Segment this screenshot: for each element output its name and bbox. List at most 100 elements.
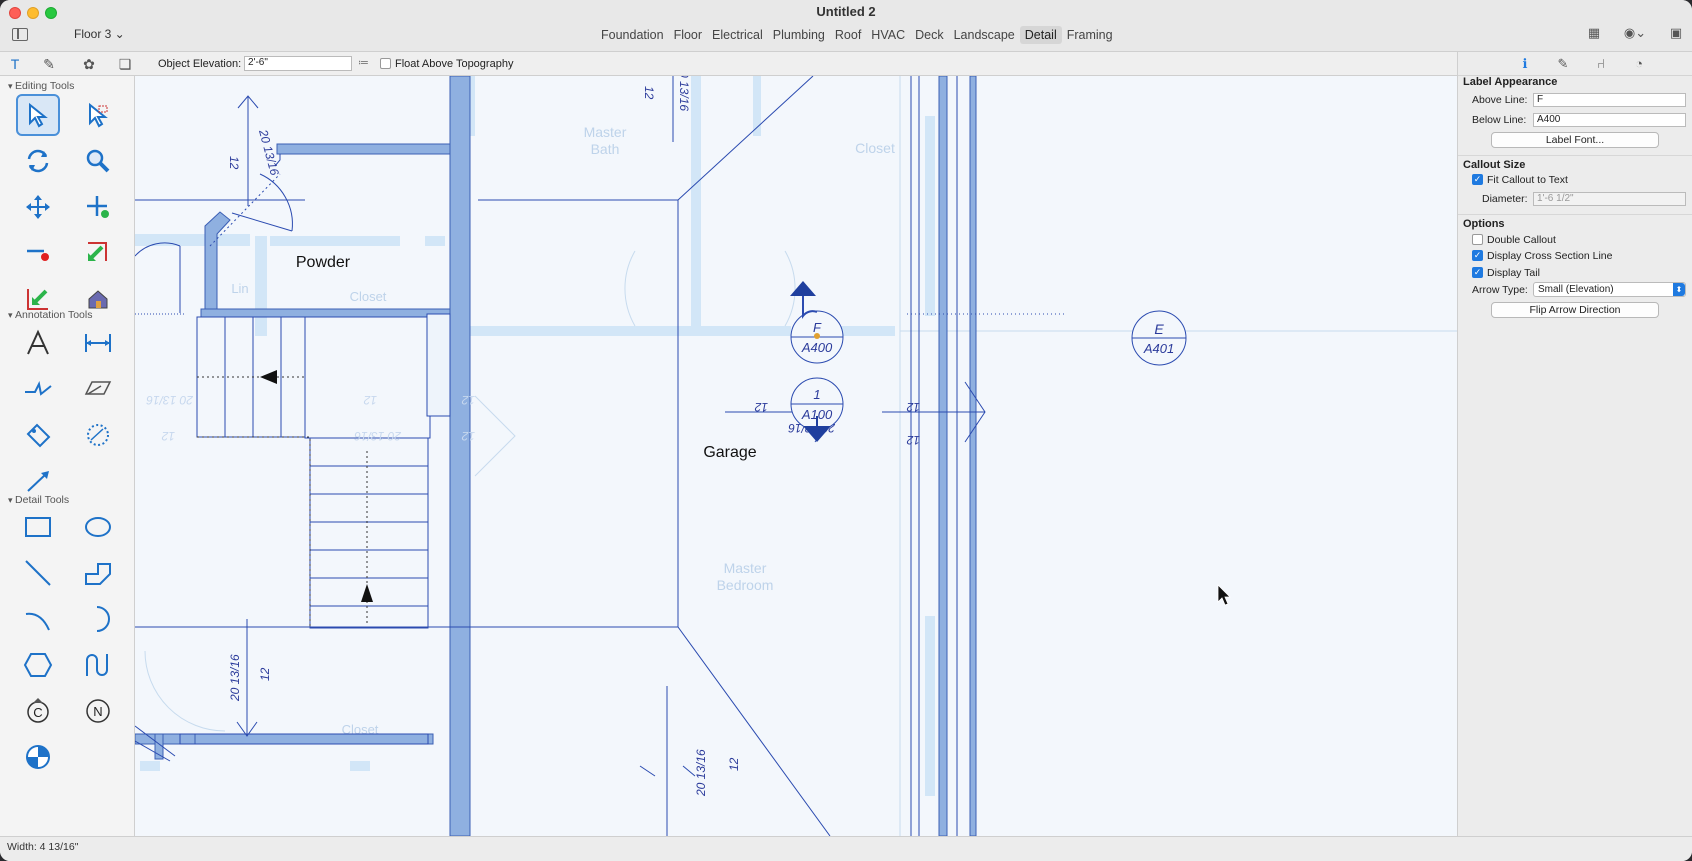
floor-plan-drawing: Master Bath Closet Closet Lin Master Bed… — [135, 76, 1457, 836]
spline-tool[interactable] — [76, 644, 120, 686]
inspector-toggle-icon[interactable]: ▣ — [1668, 26, 1684, 40]
fit-callout-checkbox[interactable]: ✓ — [1472, 174, 1483, 185]
double-callout-checkbox[interactable] — [1472, 234, 1483, 245]
tab-detail[interactable]: Detail — [1019, 26, 1062, 44]
text-mode-icon[interactable]: T — [6, 55, 24, 73]
rectangle-tool[interactable] — [16, 506, 60, 548]
callout-f-a400[interactable]: F A400 — [790, 281, 844, 364]
room-label-closet-2: Closet — [350, 289, 387, 304]
dim-faint-12-a: 12 — [461, 393, 475, 407]
window-title: Untitled 2 — [816, 4, 876, 19]
room-label-master-bath-line1: Master — [584, 124, 627, 140]
join-corner-icon — [88, 242, 107, 261]
info-icon[interactable]: ℹ — [1516, 56, 1534, 72]
arc-circle-tool[interactable] — [76, 598, 120, 640]
select-objects-tool[interactable] — [16, 94, 60, 136]
cross-section-checkbox[interactable]: ✓ — [1472, 250, 1483, 261]
add-point-tool[interactable] — [76, 186, 120, 228]
outline-lines — [135, 76, 958, 836]
arrow-type-value: Small (Elevation) — [1538, 284, 1614, 295]
object-elevation-input[interactable]: 2'-6" — [244, 56, 352, 71]
chair-icon[interactable]: ⑁ — [1592, 56, 1610, 72]
below-line-input[interactable]: A400 — [1533, 113, 1686, 127]
dim-faint-20-13-16: 20 13/16 — [354, 429, 402, 443]
dim-12-bottom: 12 — [258, 667, 272, 681]
tab-framing[interactable]: Framing — [1062, 26, 1118, 44]
editing-tools-heading: Editing Tools — [8, 80, 74, 92]
line-icon — [25, 560, 51, 586]
float-above-topography-checkbox[interactable] — [380, 58, 391, 69]
polygon-tool[interactable] — [16, 644, 60, 686]
callout-size-heading: Callout Size — [1463, 159, 1526, 171]
view-tabs: Foundation Floor Electrical Plumbing Roo… — [596, 26, 1118, 44]
revision-cloud-tool[interactable] — [76, 414, 120, 456]
tab-electrical[interactable]: Electrical — [707, 26, 768, 44]
label-font-button[interactable]: Label Font... — [1491, 132, 1659, 148]
marker-tool[interactable] — [16, 414, 60, 456]
floor-selector[interactable]: Floor 3 ⌄ — [66, 24, 133, 44]
text-tool[interactable] — [16, 322, 60, 364]
dim-20-13-16-bottom: 20 13/16 — [228, 654, 242, 702]
tab-roof[interactable]: Roof — [830, 26, 866, 44]
room-label-powder: Powder — [296, 254, 351, 271]
north-pointer-tool[interactable]: N — [76, 690, 120, 732]
tab-hvac[interactable]: HVAC — [866, 26, 910, 44]
arrow-pointer-icon — [29, 102, 48, 128]
edit-mode-icon[interactable]: ✎ — [40, 55, 58, 73]
dim-faint-12-b: 12 — [461, 429, 475, 443]
book-icon[interactable]: ❏ — [116, 55, 134, 73]
flip-arrow-direction-button[interactable]: Flip Arrow Direction — [1491, 302, 1659, 318]
ellipse-icon — [85, 517, 111, 537]
divider — [1458, 155, 1692, 156]
above-line-input[interactable]: F — [1533, 93, 1686, 107]
list-icon[interactable]: ≔ — [358, 56, 369, 69]
zoom-tool[interactable] — [76, 140, 120, 182]
arrow-type-select[interactable]: Small (Elevation) ⬍ — [1533, 282, 1686, 297]
rotate-tool[interactable] — [16, 140, 60, 182]
diameter-label: Diameter: — [1482, 193, 1528, 205]
tab-floor[interactable]: Floor — [669, 26, 707, 44]
diameter-input[interactable]: 1'-6 1/2" — [1533, 192, 1686, 206]
display-tail-checkbox[interactable]: ✓ — [1472, 267, 1483, 278]
tab-plumbing[interactable]: Plumbing — [768, 26, 830, 44]
tab-foundation[interactable]: Foundation — [596, 26, 669, 44]
callout-3-bottom: A401 — [1143, 341, 1174, 356]
plan-canvas[interactable]: Master Bath Closet Closet Lin Master Bed… — [135, 76, 1457, 836]
tab-deck[interactable]: Deck — [910, 26, 948, 44]
options-heading: Options — [1463, 218, 1505, 230]
dim-12-garage-a: 12 — [754, 400, 768, 414]
title-bar: Untitled 2 Floor 3 ⌄ Foundation Floor El… — [0, 0, 1692, 52]
annotation-tools-heading: Annotation Tools — [8, 309, 92, 321]
break-line-tool[interactable] — [16, 232, 60, 274]
ellipse-tool[interactable] — [76, 506, 120, 548]
arc-tool[interactable] — [16, 598, 60, 640]
cloud-icon — [87, 424, 109, 446]
select-edge-tool[interactable] — [76, 94, 120, 136]
join-corner-tool[interactable] — [76, 232, 120, 274]
rotate-icon — [27, 149, 49, 173]
layout-icon[interactable]: ▦ — [1586, 26, 1602, 40]
properties-tabs: ℹ ✎ ⑁ ◔ — [1458, 52, 1692, 76]
polyline-tool[interactable] — [76, 552, 120, 594]
line-tool[interactable] — [16, 552, 60, 594]
timer-icon[interactable]: ◔ — [1630, 56, 1648, 72]
dimension-tool[interactable] — [76, 322, 120, 364]
section-tool[interactable] — [76, 368, 120, 410]
move-tool[interactable] — [16, 186, 60, 228]
break-mark-tool[interactable] — [16, 368, 60, 410]
tab-landscape[interactable]: Landscape — [949, 26, 1020, 44]
display-tail-label: Display Tail — [1487, 267, 1540, 279]
callout-tool[interactable]: C — [16, 690, 60, 732]
tree-icon[interactable]: ✿ — [80, 55, 98, 73]
plus-point-icon — [87, 196, 109, 218]
eye-icon[interactable]: ◉⌄ — [1620, 26, 1650, 40]
room-label-closet-1: Closet — [855, 140, 895, 156]
dim-12-lower: 12 — [727, 757, 741, 771]
datum-tool[interactable] — [16, 736, 60, 778]
sidebar-toggle-icon[interactable] — [12, 28, 28, 41]
divider — [1458, 214, 1692, 215]
callout-e-a401[interactable]: E A401 — [1131, 310, 1187, 366]
room-label-lin: Lin — [231, 281, 248, 296]
pen-icon[interactable]: ✎ — [1554, 56, 1572, 72]
rectangle-icon — [25, 517, 51, 537]
